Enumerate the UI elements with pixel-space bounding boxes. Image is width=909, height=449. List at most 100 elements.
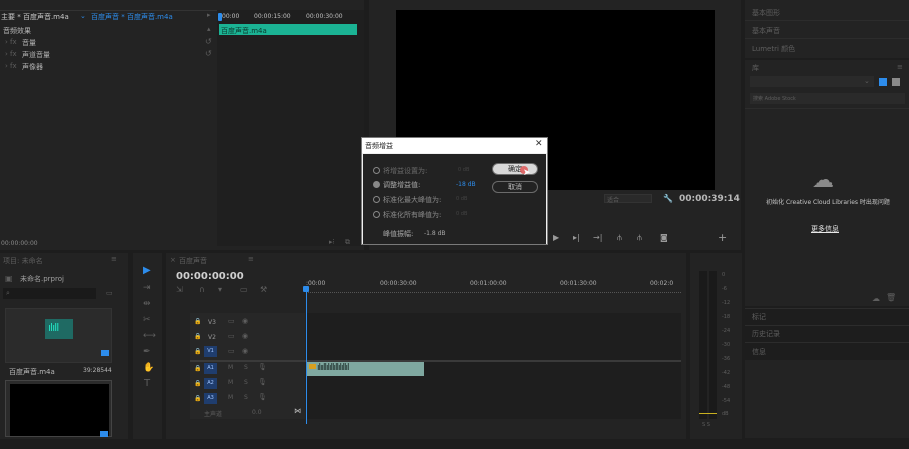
libraries-tab[interactable]: 库 <box>752 63 759 73</box>
collapse-icon[interactable]: ▴ <box>207 25 211 33</box>
export-icon[interactable]: ⧉ <box>345 238 350 247</box>
camera-icon[interactable]: ◙ <box>660 233 668 242</box>
master-track-value[interactable]: 0.0 <box>252 409 262 416</box>
snap-icon[interactable]: ⇲ <box>176 285 183 294</box>
ripple-edit-tool-icon[interactable]: ⇹ <box>143 299 151 309</box>
track-label-a2[interactable]: A2 <box>204 378 217 389</box>
lock-icon[interactable]: 🔒 <box>194 348 201 355</box>
more-info-link[interactable]: 更多信息 <box>811 224 839 234</box>
radio-set-gain[interactable] <box>373 167 380 174</box>
effect-toggle-icon[interactable]: › fx <box>5 38 17 46</box>
track-label-a1[interactable]: A1 <box>204 363 217 374</box>
track-label-v1[interactable]: V1 <box>204 346 217 357</box>
project-search-input[interactable] <box>3 288 96 299</box>
essential-graphics-tab[interactable]: 基本图形 <box>752 8 780 18</box>
extract-icon[interactable]: ⫛ <box>637 233 642 243</box>
type-tool-icon[interactable]: T <box>144 378 150 389</box>
panel-menu-icon[interactable]: ≡ <box>897 63 903 71</box>
library-dropdown[interactable] <box>750 76 874 87</box>
step-forward-icon[interactable]: ▸| <box>573 233 580 242</box>
wrench-icon[interactable]: ⚒ <box>260 285 267 294</box>
mute-icon[interactable]: M <box>228 364 233 371</box>
effect-controls-timecode[interactable]: 00:00:00:00 <box>1 240 38 247</box>
add-marker-icon[interactable]: ▾ <box>218 285 222 294</box>
wrench-icon[interactable]: 🔧 <box>663 194 673 203</box>
expand-icon[interactable]: ▸ <box>207 11 211 19</box>
lift-icon[interactable]: ⫛ <box>617 233 622 243</box>
solo-icon[interactable]: S <box>244 379 248 386</box>
lumetri-color-tab[interactable]: Lumetri 颜色 <box>752 44 795 54</box>
meter-solo-buttons[interactable]: S S <box>702 422 710 428</box>
track-label-v2[interactable]: V2 <box>208 334 216 341</box>
option-normalize-all-value[interactable]: 0 dB <box>456 211 467 217</box>
mic-icon[interactable]: 🎙 <box>258 378 267 386</box>
track-output-icon[interactable]: ▭ <box>228 317 235 325</box>
timeline-playhead[interactable] <box>306 286 307 424</box>
project-item-name[interactable]: 百度声音.m4a <box>9 367 55 377</box>
playhead-handle[interactable] <box>303 286 309 292</box>
panel-menu-icon[interactable]: ≡ <box>248 255 254 263</box>
caption-icon[interactable]: ▭ <box>240 285 248 294</box>
sequence-tab[interactable]: 百度声音 <box>179 256 207 266</box>
track-output-icon[interactable]: ▭ <box>228 347 235 355</box>
program-timecode[interactable]: 00:00:39:14 <box>679 194 740 204</box>
mic-icon[interactable]: 🎙 <box>258 363 267 371</box>
cloud-sync-icon[interactable]: ☁ <box>872 294 880 303</box>
go-to-out-icon[interactable]: →| <box>593 233 602 242</box>
track-label-v3[interactable]: V3 <box>208 319 216 326</box>
effect-panner[interactable]: 声像器 <box>22 62 43 72</box>
chevron-down-icon[interactable]: ⌄ <box>864 77 870 85</box>
close-tab-icon[interactable]: × <box>170 256 176 264</box>
clip-tab[interactable]: 百度声音 * 百度声音.m4a <box>91 12 173 22</box>
mute-icon[interactable]: M <box>228 379 233 386</box>
track-select-tool-icon[interactable]: ⇥ <box>143 283 151 293</box>
effect-channel-volume[interactable]: 声道音量 <box>22 50 50 60</box>
ok-button[interactable]: 确定 <box>492 163 538 175</box>
option-set-gain-value[interactable]: 0 dB <box>458 167 469 173</box>
lock-icon[interactable]: 🔒 <box>194 395 201 402</box>
effect-toggle-icon[interactable]: › fx <box>5 50 17 58</box>
close-icon[interactable]: ✕ <box>535 139 543 149</box>
option-normalize-max-label[interactable]: 标准化最大峰值为: <box>383 195 441 205</box>
history-tab[interactable]: 历史记录 <box>752 329 780 339</box>
list-view-icon[interactable] <box>892 78 900 86</box>
master-clip-tab[interactable]: 主要 * 百度声音.m4a <box>1 12 69 22</box>
option-adjust-gain-value[interactable]: -18 dB <box>456 181 476 188</box>
effect-volume[interactable]: 音量 <box>22 38 36 48</box>
slip-tool-icon[interactable]: ⟷ <box>143 331 156 341</box>
cancel-button[interactable]: 取消 <box>492 181 538 193</box>
new-bin-icon[interactable]: ▭ <box>106 289 113 297</box>
option-normalize-max-value[interactable]: 0 dB <box>456 196 467 202</box>
lock-icon[interactable]: 🔒 <box>194 380 201 387</box>
lock-icon[interactable]: 🔒 <box>194 365 201 372</box>
track-label-a3[interactable]: A3 <box>204 393 217 404</box>
lock-icon[interactable]: 🔒 <box>194 333 201 340</box>
panel-menu-icon[interactable]: ≡ <box>111 255 117 263</box>
effect-toggle-icon[interactable]: › fx <box>5 62 17 70</box>
timeline-ruler[interactable] <box>306 289 681 293</box>
radio-normalize-max[interactable] <box>373 196 380 203</box>
lock-icon[interactable]: 🔒 <box>194 318 201 325</box>
razor-tool-icon[interactable]: ✂ <box>143 315 151 325</box>
mute-icon[interactable]: M <box>228 394 233 401</box>
solo-icon[interactable]: S <box>244 394 248 401</box>
master-expand-icon[interactable]: ⋈ <box>294 407 301 415</box>
option-normalize-all-label[interactable]: 标准化所有峰值为: <box>383 210 441 220</box>
filter-icon[interactable]: ▸⁝ <box>329 238 335 246</box>
radio-adjust-gain[interactable] <box>373 181 380 188</box>
eye-icon[interactable]: ◉ <box>242 317 248 325</box>
eye-icon[interactable]: ◉ <box>242 332 248 340</box>
chevron-down-icon[interactable]: ⌄ <box>80 12 86 20</box>
project-title[interactable]: 项目: 未命名 <box>3 256 43 266</box>
selection-tool-icon[interactable]: ▶ <box>143 265 151 276</box>
info-tab[interactable]: 信息 <box>752 347 766 357</box>
solo-icon[interactable]: S <box>244 364 248 371</box>
radio-normalize-all[interactable] <box>373 211 380 218</box>
hand-tool-icon[interactable]: ✋ <box>143 363 154 373</box>
eye-icon[interactable]: ◉ <box>242 347 248 355</box>
reset-icon[interactable]: ↺ <box>205 37 212 46</box>
play-icon[interactable]: ▶ <box>553 233 559 242</box>
option-set-gain-label[interactable]: 将增益设置为: <box>383 166 427 176</box>
track-output-icon[interactable]: ▭ <box>228 332 235 340</box>
essential-sound-tab[interactable]: 基本声音 <box>752 26 780 36</box>
